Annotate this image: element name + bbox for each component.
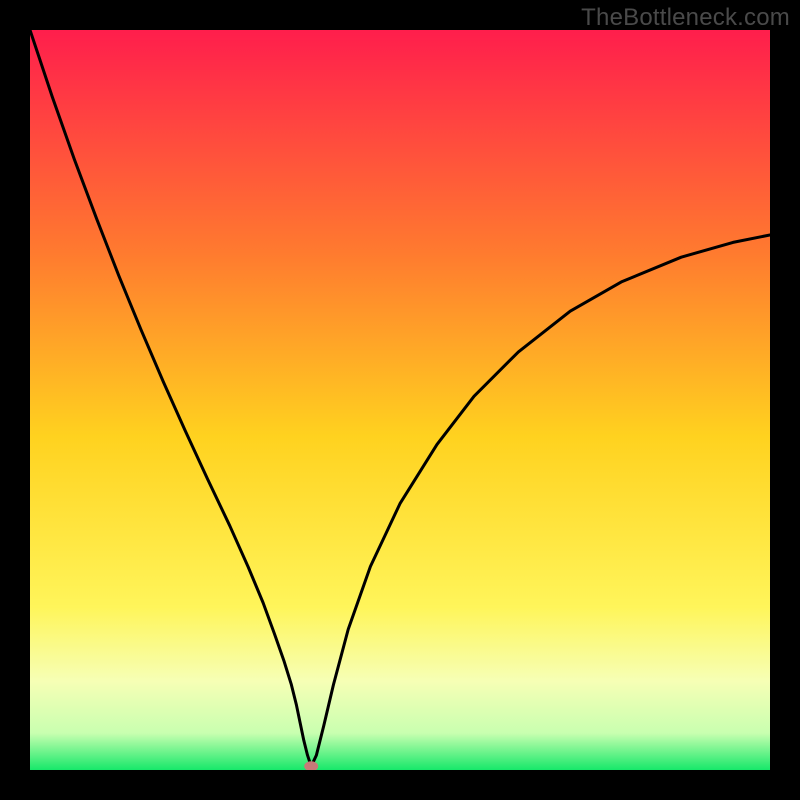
plot-area bbox=[30, 30, 770, 770]
gradient-background bbox=[30, 30, 770, 770]
chart-svg bbox=[30, 30, 770, 770]
watermark-text: TheBottleneck.com bbox=[581, 4, 790, 32]
chart-frame: TheBottleneck.com bbox=[0, 0, 800, 800]
